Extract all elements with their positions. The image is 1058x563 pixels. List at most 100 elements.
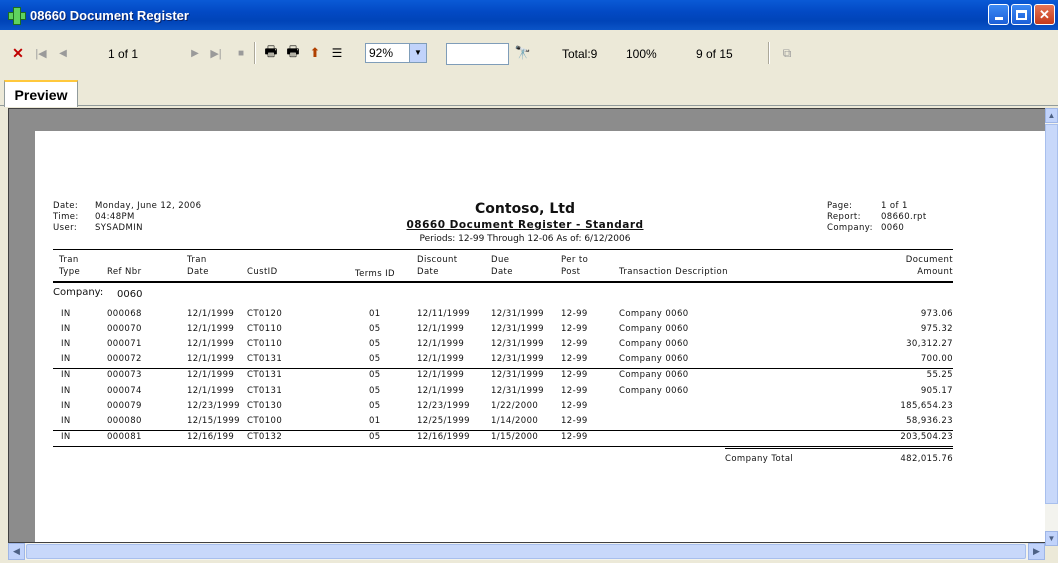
cell-amount: 185,654.23	[900, 401, 953, 411]
minimize-icon	[994, 17, 1003, 20]
group-tree-icon: ☰	[331, 46, 343, 60]
cell-tran-type: IN	[61, 416, 71, 426]
cell-amount: 30,312.27	[906, 339, 953, 349]
company-header-value: 0060	[881, 223, 905, 233]
cell-amount: 55.25	[926, 370, 953, 380]
report-viewport: Date: Monday, June 12, 2006 Time: 04:48P…	[8, 108, 1049, 543]
user-value: SYSADMIN	[95, 223, 143, 233]
report-page: Date: Monday, June 12, 2006 Time: 04:48P…	[35, 131, 1045, 542]
close-window-button[interactable]: ✕	[1034, 4, 1055, 25]
cell-description: Company 0060	[619, 370, 689, 380]
cell-ref-nbr: 000081	[107, 432, 142, 442]
company-group-value: 0060	[117, 289, 143, 300]
cell-discount-date: 12/25/1999	[417, 416, 470, 426]
cell-description: Company 0060	[619, 324, 689, 334]
cell-per-to-post: 12-99	[561, 354, 588, 364]
cell-terms-id: 01	[369, 309, 381, 319]
cell-due-date: 1/22/2000	[491, 401, 539, 411]
next-page-icon: ▶	[191, 47, 199, 59]
cell-amount: 203,504.23	[900, 432, 953, 442]
cell-terms-id: 05	[369, 370, 381, 380]
cell-per-to-post: 12-99	[561, 416, 588, 426]
cell-cust-id: CT0131	[247, 386, 283, 396]
col-transaction-description: Transaction Description	[619, 267, 728, 277]
close-icon: ✕	[1039, 6, 1050, 22]
window-title: 08660 Document Register	[30, 7, 189, 23]
find-button[interactable]: 🔭	[514, 44, 532, 62]
col-due-date: Due	[491, 255, 510, 265]
col-per-to-post: Per to	[561, 255, 589, 265]
cell-discount-date: 12/16/1999	[417, 432, 470, 442]
cell-tran-date: 12/23/1999	[187, 401, 240, 411]
refresh-button[interactable]: ⧉	[778, 44, 796, 62]
vertical-scrollbar[interactable]: ▲ ▼	[1045, 108, 1058, 546]
scroll-left-icon[interactable]: ◀	[8, 543, 25, 560]
minimize-button[interactable]	[988, 4, 1009, 25]
cancel-report-button[interactable]: ✕	[10, 44, 26, 62]
cell-tran-type: IN	[61, 370, 71, 380]
zoom-value: 92%	[369, 46, 394, 60]
date-value: Monday, June 12, 2006	[95, 201, 202, 211]
first-page-icon: |◀	[35, 47, 47, 60]
maximize-icon	[1016, 9, 1027, 20]
print-setup-button[interactable]: 🖶	[284, 43, 302, 62]
stop-icon: ■	[237, 47, 245, 59]
previous-page-button[interactable]: ◀	[56, 44, 70, 62]
col-per-to-post: Post	[561, 267, 581, 277]
cell-discount-date: 12/1/1999	[417, 339, 465, 349]
cell-tran-date: 12/15/1999	[187, 416, 240, 426]
last-page-button[interactable]: ▶|	[208, 44, 224, 62]
cell-due-date: 12/31/1999	[491, 339, 544, 349]
row-separator	[53, 368, 953, 369]
cell-tran-type: IN	[61, 354, 71, 364]
group-tree-button[interactable]: ☰	[328, 44, 346, 62]
cell-ref-nbr: 000073	[107, 370, 142, 380]
cell-ref-nbr: 000072	[107, 354, 142, 364]
cell-due-date: 12/31/1999	[491, 386, 544, 396]
cell-terms-id: 05	[369, 339, 381, 349]
cell-cust-id: CT0110	[247, 339, 283, 349]
maximize-button[interactable]	[1011, 4, 1032, 25]
horizontal-scroll-thumb[interactable]	[26, 544, 1026, 559]
records-read: 9 of 15	[696, 47, 733, 61]
print-button[interactable]: 🖶	[262, 43, 280, 62]
scroll-up-icon[interactable]: ▲	[1045, 108, 1058, 123]
cell-tran-date: 12/1/1999	[187, 354, 235, 364]
col-tran-type: Tran	[59, 255, 79, 265]
search-input[interactable]	[446, 43, 509, 65]
stop-button[interactable]: ■	[234, 44, 248, 62]
scroll-right-icon[interactable]: ▶	[1028, 543, 1045, 560]
zoom-select[interactable]: 92% ▼	[365, 43, 427, 63]
page-value: 1 of 1	[881, 201, 908, 211]
cell-terms-id: 05	[369, 354, 381, 364]
tab-strip: Preview	[0, 78, 1058, 107]
horizontal-scrollbar[interactable]: ◀ ▶	[8, 543, 1045, 560]
cell-tran-date: 12/1/1999	[187, 324, 235, 334]
next-page-button[interactable]: ▶	[188, 44, 202, 62]
time-label: Time:	[53, 212, 79, 222]
tab-preview[interactable]: Preview	[4, 80, 78, 107]
col-terms-id: Terms ID	[355, 269, 395, 279]
cell-cust-id: CT0131	[247, 354, 283, 364]
cell-tran-type: IN	[61, 324, 71, 334]
cell-due-date: 1/14/2000	[491, 416, 539, 426]
refresh-icon: ⧉	[782, 45, 792, 60]
scroll-down-icon[interactable]: ▼	[1045, 531, 1058, 546]
col-document-amount: Amount	[917, 267, 953, 277]
cell-discount-date: 12/11/1999	[417, 309, 470, 319]
cell-discount-date: 12/1/1999	[417, 324, 465, 334]
toolbar-separator	[254, 42, 256, 64]
cell-tran-type: IN	[61, 309, 71, 319]
first-page-button[interactable]: |◀	[34, 44, 48, 62]
cell-amount: 700.00	[920, 354, 953, 364]
export-button[interactable]: ⬆	[306, 44, 324, 62]
cell-description: Company 0060	[619, 339, 689, 349]
report-periods: Periods: 12-99 Through 12-06 As of: 6/12…	[419, 234, 631, 244]
cell-ref-nbr: 000080	[107, 416, 142, 426]
cell-amount: 973.06	[920, 309, 953, 319]
cell-due-date: 1/15/2000	[491, 432, 539, 442]
cell-terms-id: 05	[369, 401, 381, 411]
report-value: 08660.rpt	[881, 212, 927, 222]
vertical-scroll-thumb[interactable]	[1045, 124, 1058, 504]
binoculars-icon: 🔭	[514, 45, 532, 60]
